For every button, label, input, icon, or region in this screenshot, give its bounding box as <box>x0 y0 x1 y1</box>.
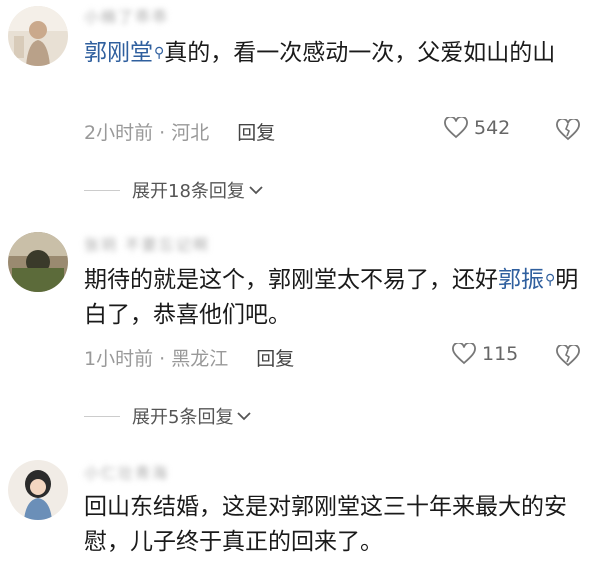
expand-replies-label: 展开18条回复 <box>132 181 245 202</box>
reply-button[interactable]: 回复 <box>237 122 275 144</box>
expand-replies-button[interactable]: 展开5条回复 <box>84 403 252 429</box>
dislike-button[interactable] <box>556 117 580 145</box>
expand-replies-label: 展开5条回复 <box>132 407 234 428</box>
reply-button[interactable]: 回复 <box>256 348 294 370</box>
location: 黑龙江 <box>171 348 229 370</box>
chevron-down-icon <box>237 412 252 421</box>
heart-icon <box>444 117 468 139</box>
like-button[interactable]: 115 <box>452 343 518 365</box>
location: 河北 <box>171 122 210 144</box>
broken-heart-icon <box>556 343 580 367</box>
comment-text-body: 真的，看一次感动一次，父爱如山的山 <box>164 40 556 66</box>
like-count: 542 <box>474 117 511 139</box>
heart-icon <box>452 343 476 365</box>
comment-text: 期待的就是这个，郭刚堂太不易了，还好郭振⚲明白了，恭喜他们吧。 <box>84 263 584 333</box>
comment-text: 回山东结婚，这是对郭刚堂这三十年来最大的安慰，儿子终于真正的回来了。 <box>84 494 567 555</box>
comment-meta: 2小时前 · 河北 回复 <box>84 122 276 144</box>
chevron-down-icon <box>249 186 263 195</box>
broken-heart-icon <box>556 117 580 141</box>
divider-line <box>84 415 120 417</box>
timestamp: 1小时前 <box>84 348 154 370</box>
mention-link[interactable]: 郭刚堂 <box>84 40 153 66</box>
search-icon[interactable]: ⚲ <box>545 272 555 288</box>
avatar[interactable] <box>8 460 68 520</box>
comment-text-start: 期待的就是这个，郭刚堂太不易了，还好 <box>84 267 498 293</box>
divider-line <box>84 189 120 191</box>
username[interactable]: 小仁壮青海 <box>84 462 194 484</box>
expand-replies-button[interactable]: 展开18条回复 <box>84 177 264 203</box>
mention-link[interactable]: 郭振 <box>498 267 544 293</box>
username[interactable]: 张玥 不要忘记啊 <box>84 234 264 256</box>
timestamp: 2小时前 <box>84 122 154 144</box>
avatar[interactable] <box>8 6 68 66</box>
comment-meta: 1小时前 · 黑龙江 回复 <box>84 348 295 370</box>
username[interactable]: 小楠了乖乖 <box>84 6 194 28</box>
like-button[interactable]: 542 <box>444 117 510 139</box>
comment-text: 郭刚堂⚲真的，看一次感动一次，父爱如山的山 <box>84 36 584 71</box>
avatar[interactable] <box>8 232 68 292</box>
dislike-button[interactable] <box>556 343 580 371</box>
search-icon[interactable]: ⚲ <box>154 45 164 61</box>
like-count: 115 <box>482 343 519 365</box>
